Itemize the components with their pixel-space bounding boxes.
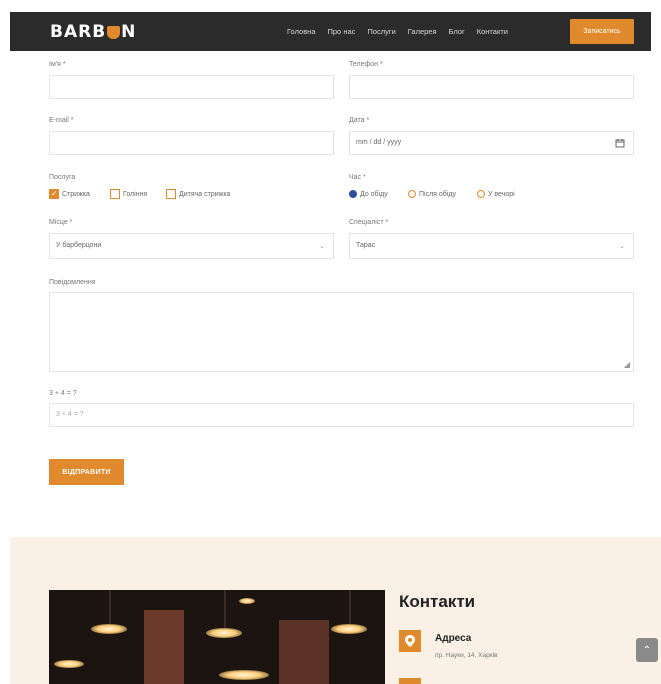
email-field[interactable] bbox=[49, 131, 334, 155]
service-option-shave[interactable]: Гоління bbox=[110, 189, 147, 199]
service-label: Послуга bbox=[49, 174, 76, 181]
specialist-label: Спеціаліст * bbox=[349, 219, 389, 226]
service-option-kids[interactable]: Дитяча стрижка bbox=[166, 189, 230, 199]
chevron-up-icon: ⌃ bbox=[642, 644, 652, 656]
logo-text-left: BARB bbox=[50, 22, 107, 42]
time-option-evening[interactable]: У вечорі bbox=[477, 190, 515, 198]
site-header: BARB N Головна Про нас Послуги Галерея Б… bbox=[10, 12, 651, 51]
book-button[interactable]: Записатись bbox=[570, 19, 634, 44]
name-label: Ім'я * bbox=[49, 61, 66, 68]
nav-about[interactable]: Про нас bbox=[328, 27, 356, 36]
nav-gallery[interactable]: Галерея bbox=[408, 27, 437, 36]
logo[interactable]: BARB N bbox=[50, 22, 136, 42]
specialist-value: Тарас bbox=[356, 242, 376, 249]
address-value: пр. Науки, 14, Харків bbox=[435, 652, 498, 659]
phone-label: Телефон * bbox=[349, 61, 383, 68]
brick-wall bbox=[279, 620, 329, 684]
nav-services[interactable]: Послуги bbox=[367, 27, 395, 36]
checkbox[interactable] bbox=[110, 189, 120, 199]
lamp-cord bbox=[224, 590, 226, 628]
brick-wall bbox=[144, 610, 184, 684]
lamp-light bbox=[331, 624, 367, 634]
place-label: Місце * bbox=[49, 219, 73, 226]
service-option-label: Гоління bbox=[123, 190, 148, 198]
radio-selected[interactable] bbox=[349, 190, 357, 198]
specialist-select[interactable]: Тарас ⌄ bbox=[349, 233, 634, 259]
lamp-cord bbox=[109, 590, 111, 624]
date-label: Дата * bbox=[349, 117, 370, 124]
date-placeholder: mm / dd / yyyy bbox=[356, 139, 402, 146]
message-label: Повідомлення bbox=[49, 279, 96, 286]
radio[interactable] bbox=[408, 190, 416, 198]
lamp-light bbox=[206, 628, 242, 638]
nav-home[interactable]: Головна bbox=[287, 27, 316, 36]
barbershop-photo bbox=[49, 590, 385, 684]
captcha-label: 3 + 4 = ? bbox=[49, 390, 77, 397]
chevron-down-icon: ⌄ bbox=[619, 243, 625, 250]
time-option-label: До обіду bbox=[360, 190, 388, 198]
service-option-label: Дитяча стрижка bbox=[179, 190, 231, 198]
place-value: У барберцони bbox=[56, 242, 102, 249]
lamp-light bbox=[54, 660, 84, 668]
address-title: Адреса bbox=[435, 633, 472, 644]
time-label: Час * bbox=[349, 174, 366, 181]
chevron-down-icon: ⌄ bbox=[319, 243, 325, 250]
time-option-afternoon[interactable]: Після обіду bbox=[408, 190, 456, 198]
lamp-light bbox=[239, 598, 255, 604]
calendar-icon[interactable] bbox=[615, 138, 625, 150]
nav-blog[interactable]: Блог bbox=[449, 27, 465, 36]
map-pin-icon bbox=[399, 630, 421, 652]
email-label: E-mail * bbox=[49, 117, 74, 124]
lamp-light bbox=[91, 624, 127, 634]
main-nav: Головна Про нас Послуги Галерея Блог Кон… bbox=[287, 27, 520, 36]
captcha-placeholder: 3 + 4 = ? bbox=[56, 411, 84, 418]
captcha-field[interactable]: 3 + 4 = ? bbox=[49, 403, 634, 427]
place-select[interactable]: У барберцони ⌄ bbox=[49, 233, 334, 259]
time-option-label: У вечорі bbox=[488, 190, 515, 198]
beard-icon bbox=[107, 25, 121, 39]
lamp-cord bbox=[349, 590, 351, 624]
radio[interactable] bbox=[477, 190, 485, 198]
scroll-top-button[interactable]: ⌃ bbox=[636, 638, 658, 662]
phone-field[interactable] bbox=[349, 75, 634, 99]
time-option-label: Після обіду bbox=[419, 190, 456, 198]
checkbox-checked[interactable] bbox=[49, 189, 59, 199]
nav-contacts[interactable]: Контакти bbox=[477, 27, 508, 36]
name-field[interactable] bbox=[49, 75, 334, 99]
date-field[interactable]: mm / dd / yyyy bbox=[349, 131, 634, 155]
checkbox[interactable] bbox=[166, 189, 176, 199]
logo-text-right: N bbox=[121, 22, 137, 42]
message-textarea[interactable]: ◢ bbox=[49, 292, 634, 372]
time-option-morning[interactable]: До обіду bbox=[349, 190, 388, 198]
resize-handle-icon[interactable]: ◢ bbox=[624, 360, 630, 369]
submit-button[interactable]: ВІДПРАВИТИ bbox=[49, 459, 124, 485]
phone-icon bbox=[399, 678, 421, 684]
service-option-label: Стрижка bbox=[62, 190, 90, 198]
lamp-light bbox=[219, 670, 269, 680]
contacts-title: Контакти bbox=[399, 592, 476, 611]
service-option-haircut[interactable]: Стрижка bbox=[49, 189, 90, 199]
